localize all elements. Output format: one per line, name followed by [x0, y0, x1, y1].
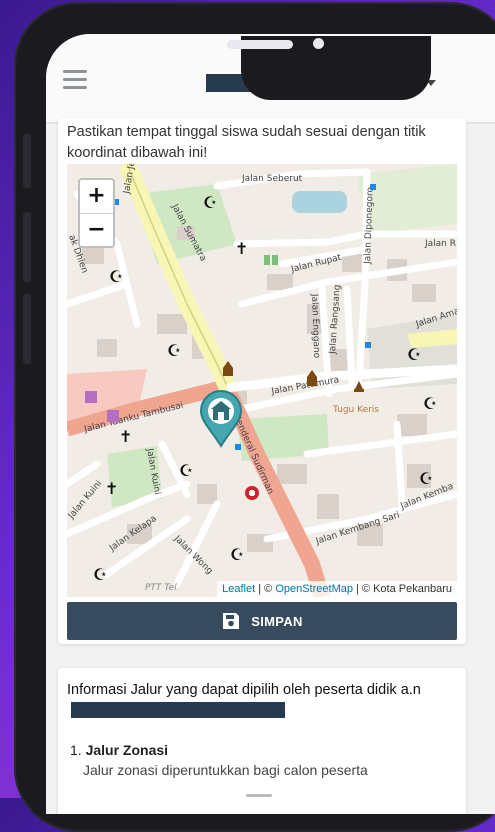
shop-icon: [85, 391, 97, 403]
phone-side-button: [23, 134, 31, 188]
location-map[interactable]: Jalan Seberut Jalan Sumatra Jalan Rupat …: [67, 164, 457, 597]
zoom-out-button[interactable]: −: [80, 214, 113, 247]
app-screen: Pastikan tempat tinggal siswa sudah sesu…: [46, 34, 495, 814]
map-tiles: Jalan Seberut Jalan Sumatra Jalan Rupat …: [67, 164, 457, 597]
church-icon: ✝: [235, 239, 248, 258]
svg-text:Tugu Keris: Tugu Keris: [332, 405, 379, 415]
path-title: Jalur Zonasi: [85, 742, 169, 758]
save-button[interactable]: SIMPAN: [67, 602, 457, 640]
church-icon: ✝: [119, 427, 132, 446]
openstreetmap-link[interactable]: OpenStreetMap: [275, 583, 353, 595]
mosque-icon: ☪: [167, 341, 181, 360]
phone-speaker: [227, 40, 293, 49]
location-card: Pastikan tempat tinggal siswa sudah sesu…: [58, 118, 466, 644]
map-attribution: Leaflet | © OpenStreetMap | © Kota Pekan…: [217, 581, 457, 597]
mosque-icon: ☪: [407, 345, 421, 364]
mosque-icon: ☪: [419, 469, 433, 488]
church-icon: ✝: [105, 479, 118, 498]
floppy-disk-icon: [223, 613, 240, 629]
phone-side-button: [23, 212, 31, 282]
mosque-icon: ☪: [203, 193, 217, 212]
zoom-in-button[interactable]: +: [80, 180, 113, 214]
svg-text:Jalan R: Jalan R: [424, 239, 456, 249]
location-instruction: Pastikan tempat tinggal siswa sudah sesu…: [67, 124, 426, 161]
hamburger-menu-icon[interactable]: [63, 70, 87, 90]
svg-text:Jalan Seberut: Jalan Seberut: [241, 174, 303, 184]
mosque-icon: ☪: [93, 565, 107, 584]
path-description: Jalur zonasi diperuntukkan bagi calon pe…: [83, 762, 368, 778]
save-button-label: SIMPAN: [251, 613, 303, 629]
phone-camera: [313, 38, 324, 49]
svg-text:PTT Tel: PTT Tel: [145, 583, 177, 593]
home-marker-icon[interactable]: [199, 390, 243, 448]
mosque-icon: ☪: [230, 545, 244, 564]
map-zoom-control: + −: [78, 178, 115, 248]
info-card: Informasi Jalur yang dapat dipilih oleh …: [58, 668, 466, 814]
mosque-icon: ☪: [423, 394, 437, 413]
list-item: 1. Jalur Zonasi Jalur zonasi diperuntukk…: [70, 740, 450, 780]
scroll-handle[interactable]: [246, 794, 272, 797]
info-title: Informasi Jalur yang dapat dipilih oleh …: [67, 680, 457, 722]
mosque-icon: ☪: [109, 267, 123, 286]
mosque-icon: ☪: [179, 461, 193, 480]
phone-side-button: [23, 294, 31, 364]
pond: [292, 191, 347, 213]
leaflet-link[interactable]: Leaflet: [222, 583, 255, 595]
student-name-redacted: [71, 702, 285, 718]
shop-icon: [107, 410, 119, 422]
